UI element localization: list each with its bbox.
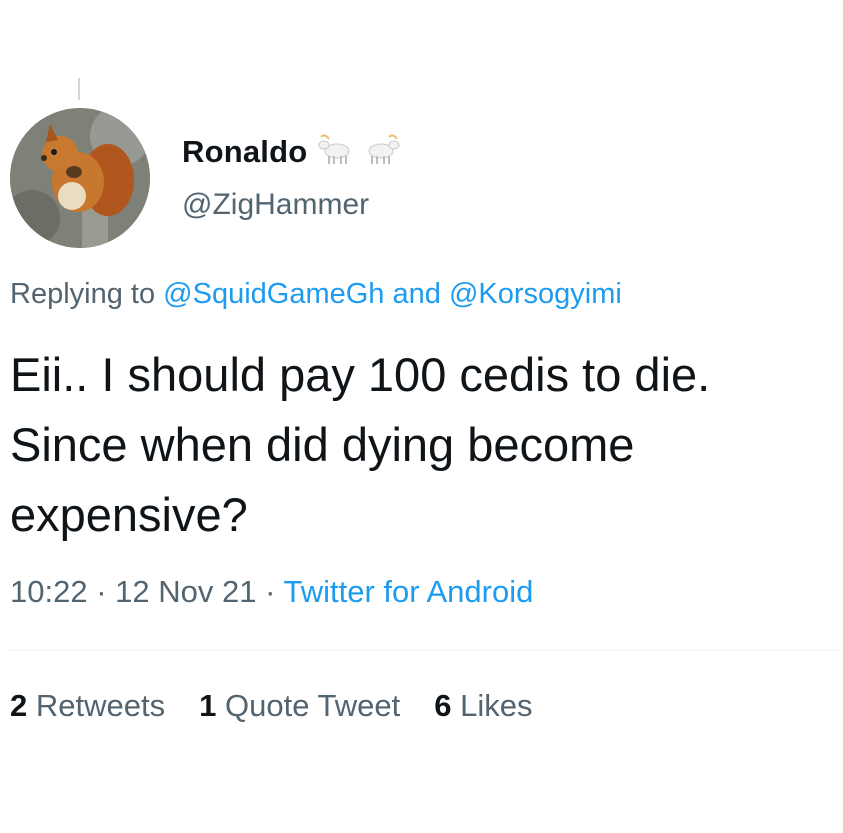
goat-icon [363,133,403,172]
mention-link[interactable]: @Korsogyimi [449,278,622,310]
author-name-row[interactable]: Ronaldo [182,132,403,172]
goat-icon [315,133,355,172]
avatar[interactable] [10,108,150,248]
tweet-text: Eii.. I should pay 100 cedis to die. Sin… [10,340,840,550]
quote-tweets-label: Quote Tweet [224,688,401,723]
tweet-date[interactable]: 12 Nov 21 [115,574,256,609]
mention-link[interactable]: @SquidGameGh [163,278,384,310]
squirrel-avatar-image [10,108,150,248]
tweet-time[interactable]: 10:22 [10,574,88,609]
tweet-metadata: 10:22 · 12 Nov 21 · Twitter for Android [10,574,533,610]
tweet-text-line: Since when did dying become [10,418,635,471]
tweet-text-line: expensive? [10,488,248,541]
engagement-stats: 2 Retweets 1 Quote Tweet 6 Likes [10,688,566,724]
reply-context: Replying to @SquidGameGh and @Korsogyimi [10,278,622,311]
quote-tweets-count: 1 [199,688,217,723]
meta-separator: · [96,574,107,609]
retweets-label: Retweets [35,688,166,723]
author-handle[interactable]: @ZigHammer [182,188,369,222]
reply-joiner: and [392,278,441,310]
thread-connector-line [78,78,80,100]
meta-separator: · [265,574,276,609]
likes-label: Likes [460,688,533,723]
tweet-source-link[interactable]: Twitter for Android [284,574,534,609]
divider [10,650,843,651]
author-display-name[interactable]: Ronaldo [182,134,307,170]
retweets-stat[interactable]: 2 Retweets [10,688,165,724]
likes-stat[interactable]: 6 Likes [434,688,532,724]
likes-count: 6 [434,688,452,723]
retweets-count: 2 [10,688,28,723]
quote-tweets-stat[interactable]: 1 Quote Tweet [199,688,400,724]
tweet-text-line: Eii.. I should pay 100 cedis to die. [10,348,711,401]
reply-prefix: Replying to [10,278,156,310]
